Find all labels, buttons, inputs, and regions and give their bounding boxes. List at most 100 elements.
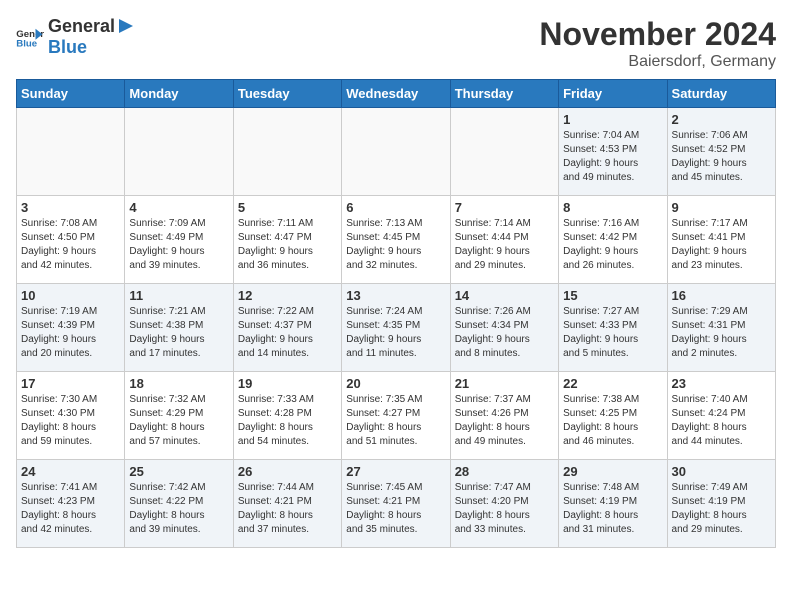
day-number: 15: [563, 288, 662, 303]
calendar-cell: [125, 108, 233, 196]
day-info: Sunrise: 7:37 AM Sunset: 4:26 PM Dayligh…: [455, 393, 554, 449]
day-info: Sunrise: 7:16 AM Sunset: 4:42 PM Dayligh…: [563, 217, 662, 273]
day-number: 2: [672, 112, 771, 127]
calendar-cell: [450, 108, 558, 196]
logo-general-text: General: [48, 16, 115, 37]
calendar-cell: 19 Sunrise: 7:33 AM Sunset: 4:28 PM Dayli…: [233, 372, 341, 460]
weekday-header-saturday: Saturday: [667, 80, 775, 108]
calendar-cell: 3Sunrise: 7:08 AM Sunset: 4:50 PM Daylig…: [17, 196, 125, 284]
day-number: 11: [129, 288, 228, 303]
day-info: Sunrise: 7:41 AM Sunset: 4:23 PM Dayligh…: [21, 481, 120, 537]
day-number: 16: [672, 288, 771, 303]
calendar-cell: 8 Sunrise: 7:16 AM Sunset: 4:42 PM Daylig…: [559, 196, 667, 284]
day-info: Sunrise: 7:45 AM Sunset: 4:21 PM Dayligh…: [346, 481, 445, 537]
day-number: 30: [672, 464, 771, 479]
day-info: Sunrise: 7:44 AM Sunset: 4:21 PM Dayligh…: [238, 481, 337, 537]
day-info: Sunrise: 7:26 AM Sunset: 4:34 PM Dayligh…: [455, 305, 554, 361]
calendar-cell: 14 Sunrise: 7:26 AM Sunset: 4:34 PM Dayli…: [450, 284, 558, 372]
day-number: 23: [672, 376, 771, 391]
day-number: 1: [563, 112, 662, 127]
day-number: 19: [238, 376, 337, 391]
day-info: Sunrise: 7:17 AM Sunset: 4:41 PM Dayligh…: [672, 217, 771, 273]
day-number: 20: [346, 376, 445, 391]
calendar-week-row: 24 Sunrise: 7:41 AM Sunset: 4:23 PM Dayli…: [17, 460, 776, 548]
calendar-cell: [233, 108, 341, 196]
calendar-cell: 24 Sunrise: 7:41 AM Sunset: 4:23 PM Dayli…: [17, 460, 125, 548]
calendar-cell: 15 Sunrise: 7:27 AM Sunset: 4:33 PM Dayli…: [559, 284, 667, 372]
day-info: Sunrise: 7:32 AM Sunset: 4:29 PM Dayligh…: [129, 393, 228, 449]
calendar-cell: 12 Sunrise: 7:22 AM Sunset: 4:37 PM Dayli…: [233, 284, 341, 372]
calendar-week-row: 17Sunrise: 7:30 AM Sunset: 4:30 PM Dayli…: [17, 372, 776, 460]
day-info: Sunrise: 7:42 AM Sunset: 4:22 PM Dayligh…: [129, 481, 228, 537]
day-info: Sunrise: 7:33 AM Sunset: 4:28 PM Dayligh…: [238, 393, 337, 449]
logo-icon: General Blue: [16, 26, 44, 48]
day-number: 24: [21, 464, 120, 479]
day-number: 9: [672, 200, 771, 215]
weekday-header-row: SundayMondayTuesdayWednesdayThursdayFrid…: [17, 80, 776, 108]
calendar-cell: 9 Sunrise: 7:17 AM Sunset: 4:41 PM Daylig…: [667, 196, 775, 284]
day-number: 4: [129, 200, 228, 215]
day-info: Sunrise: 7:11 AM Sunset: 4:47 PM Dayligh…: [238, 217, 337, 273]
day-info: Sunrise: 7:49 AM Sunset: 4:19 PM Dayligh…: [672, 481, 771, 537]
weekday-header-tuesday: Tuesday: [233, 80, 341, 108]
weekday-header-monday: Monday: [125, 80, 233, 108]
calendar-cell: 4Sunrise: 7:09 AM Sunset: 4:49 PM Daylig…: [125, 196, 233, 284]
calendar-table: SundayMondayTuesdayWednesdayThursdayFrid…: [16, 79, 776, 548]
calendar-cell: 18 Sunrise: 7:32 AM Sunset: 4:29 PM Dayli…: [125, 372, 233, 460]
logo: General Blue General Blue: [16, 16, 135, 58]
day-info: Sunrise: 7:29 AM Sunset: 4:31 PM Dayligh…: [672, 305, 771, 361]
title-area: November 2024 Baiersdorf, Germany: [539, 16, 776, 71]
svg-text:Blue: Blue: [16, 39, 37, 48]
calendar-cell: 28 Sunrise: 7:47 AM Sunset: 4:20 PM Dayli…: [450, 460, 558, 548]
day-info: Sunrise: 7:21 AM Sunset: 4:38 PM Dayligh…: [129, 305, 228, 361]
day-info: Sunrise: 7:04 AM Sunset: 4:53 PM Dayligh…: [563, 129, 662, 185]
calendar-cell: 2 Sunrise: 7:06 AM Sunset: 4:52 PM Daylig…: [667, 108, 775, 196]
calendar-cell: 17Sunrise: 7:30 AM Sunset: 4:30 PM Dayli…: [17, 372, 125, 460]
calendar-cell: 27Sunrise: 7:45 AM Sunset: 4:21 PM Dayli…: [342, 460, 450, 548]
day-info: Sunrise: 7:13 AM Sunset: 4:45 PM Dayligh…: [346, 217, 445, 273]
day-number: 5: [238, 200, 337, 215]
calendar-cell: 7Sunrise: 7:14 AM Sunset: 4:44 PM Daylig…: [450, 196, 558, 284]
day-number: 25: [129, 464, 228, 479]
calendar-cell: 10Sunrise: 7:19 AM Sunset: 4:39 PM Dayli…: [17, 284, 125, 372]
calendar-cell: 5 Sunrise: 7:11 AM Sunset: 4:47 PM Daylig…: [233, 196, 341, 284]
calendar-cell: 20 Sunrise: 7:35 AM Sunset: 4:27 PM Dayli…: [342, 372, 450, 460]
day-number: 8: [563, 200, 662, 215]
day-number: 13: [346, 288, 445, 303]
calendar-cell: 1 Sunrise: 7:04 AM Sunset: 4:53 PM Daylig…: [559, 108, 667, 196]
day-info: Sunrise: 7:06 AM Sunset: 4:52 PM Dayligh…: [672, 129, 771, 185]
day-info: Sunrise: 7:30 AM Sunset: 4:30 PM Dayligh…: [21, 393, 120, 449]
calendar-cell: 22Sunrise: 7:38 AM Sunset: 4:25 PM Dayli…: [559, 372, 667, 460]
day-info: Sunrise: 7:19 AM Sunset: 4:39 PM Dayligh…: [21, 305, 120, 361]
calendar-week-row: 1 Sunrise: 7:04 AM Sunset: 4:53 PM Daylig…: [17, 108, 776, 196]
day-number: 22: [563, 376, 662, 391]
day-number: 28: [455, 464, 554, 479]
day-number: 26: [238, 464, 337, 479]
calendar-week-row: 3Sunrise: 7:08 AM Sunset: 4:50 PM Daylig…: [17, 196, 776, 284]
weekday-header-wednesday: Wednesday: [342, 80, 450, 108]
calendar-cell: 29 Sunrise: 7:48 AM Sunset: 4:19 PM Dayli…: [559, 460, 667, 548]
calendar-cell: 6Sunrise: 7:13 AM Sunset: 4:45 PM Daylig…: [342, 196, 450, 284]
day-number: 29: [563, 464, 662, 479]
day-info: Sunrise: 7:14 AM Sunset: 4:44 PM Dayligh…: [455, 217, 554, 273]
calendar-week-row: 10Sunrise: 7:19 AM Sunset: 4:39 PM Dayli…: [17, 284, 776, 372]
header: General Blue General Blue November 2024 …: [16, 16, 776, 71]
day-info: Sunrise: 7:48 AM Sunset: 4:19 PM Dayligh…: [563, 481, 662, 537]
day-info: Sunrise: 7:47 AM Sunset: 4:20 PM Dayligh…: [455, 481, 554, 537]
day-number: 18: [129, 376, 228, 391]
day-info: Sunrise: 7:40 AM Sunset: 4:24 PM Dayligh…: [672, 393, 771, 449]
logo-arrow-icon: [117, 17, 135, 35]
calendar-cell: 16 Sunrise: 7:29 AM Sunset: 4:31 PM Dayli…: [667, 284, 775, 372]
day-info: Sunrise: 7:35 AM Sunset: 4:27 PM Dayligh…: [346, 393, 445, 449]
day-number: 12: [238, 288, 337, 303]
calendar-cell: [17, 108, 125, 196]
calendar-cell: 21Sunrise: 7:37 AM Sunset: 4:26 PM Dayli…: [450, 372, 558, 460]
day-number: 14: [455, 288, 554, 303]
day-info: Sunrise: 7:08 AM Sunset: 4:50 PM Dayligh…: [21, 217, 120, 273]
weekday-header-friday: Friday: [559, 80, 667, 108]
day-info: Sunrise: 7:22 AM Sunset: 4:37 PM Dayligh…: [238, 305, 337, 361]
calendar-cell: [342, 108, 450, 196]
calendar-cell: 23 Sunrise: 7:40 AM Sunset: 4:24 PM Dayli…: [667, 372, 775, 460]
day-info: Sunrise: 7:27 AM Sunset: 4:33 PM Dayligh…: [563, 305, 662, 361]
calendar-cell: 13Sunrise: 7:24 AM Sunset: 4:35 PM Dayli…: [342, 284, 450, 372]
